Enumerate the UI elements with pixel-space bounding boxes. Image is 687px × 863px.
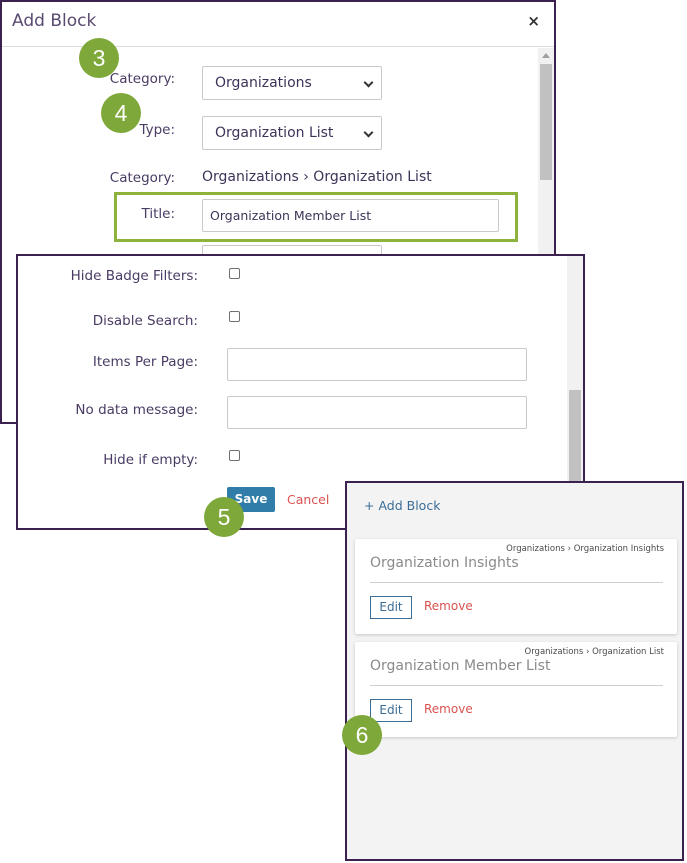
edit-button[interactable]: Edit [370,596,412,619]
hide-if-empty-label: Hide if empty: [103,452,198,468]
disable-search-checkbox[interactable] [229,311,240,322]
category-path-value: Organizations › Organization List [202,169,432,185]
remove-button[interactable]: Remove [424,599,473,613]
step-badge-5: 5 [204,497,244,537]
type-select-value: Organization List [215,125,334,141]
category-select[interactable]: Organizations [202,66,382,100]
cancel-button[interactable]: Cancel [287,492,329,507]
disable-search-label: Disable Search: [92,313,198,329]
blocks-panel: + Add Block Organizations › Organization… [345,481,684,861]
block-card-divider [370,685,663,686]
dialog-title: Add Block [12,11,97,31]
hide-badge-filters-label: Hide Badge Filters: [70,268,198,284]
hide-if-empty-checkbox[interactable] [229,450,240,461]
scroll-up-arrow-icon[interactable] [542,53,550,58]
block-card: Organizations › Organization List Organi… [355,642,677,737]
chevron-down-icon [363,77,374,88]
no-data-message-input[interactable] [227,396,527,429]
block-card-title: Organization Insights [370,555,519,571]
no-data-message-label: No data message: [75,402,198,418]
block-card-title: Organization Member List [370,658,551,674]
scrollbar-thumb[interactable] [540,64,552,180]
category-path-label: Category: [109,170,175,186]
block-card-breadcrumb: Organizations › Organization Insights [506,544,664,554]
remove-button[interactable]: Remove [424,702,473,716]
category-label: Category: [109,71,175,87]
block-card-divider [370,582,663,583]
step-badge-6: 6 [342,715,382,755]
title-label: Title: [141,206,175,222]
add-block-link[interactable]: + Add Block [364,498,440,513]
type-select[interactable]: Organization List [202,116,382,150]
title-input[interactable]: Organization Member List [202,199,499,232]
items-per-page-label: Items Per Page: [92,354,198,370]
items-per-page-input[interactable] [227,348,527,381]
hide-badge-filters-checkbox[interactable] [229,268,240,279]
step-badge-4: 4 [101,93,141,133]
edit-button[interactable]: Edit [370,699,412,722]
block-card: Organizations › Organization Insights Or… [355,539,677,634]
block-card-breadcrumb: Organizations › Organization List [524,647,664,657]
category-select-value: Organizations [215,75,312,91]
dialog-header: Add Block × [2,2,554,47]
step-badge-3: 3 [79,38,119,78]
close-icon[interactable]: × [527,12,540,30]
chevron-down-icon [363,127,374,138]
